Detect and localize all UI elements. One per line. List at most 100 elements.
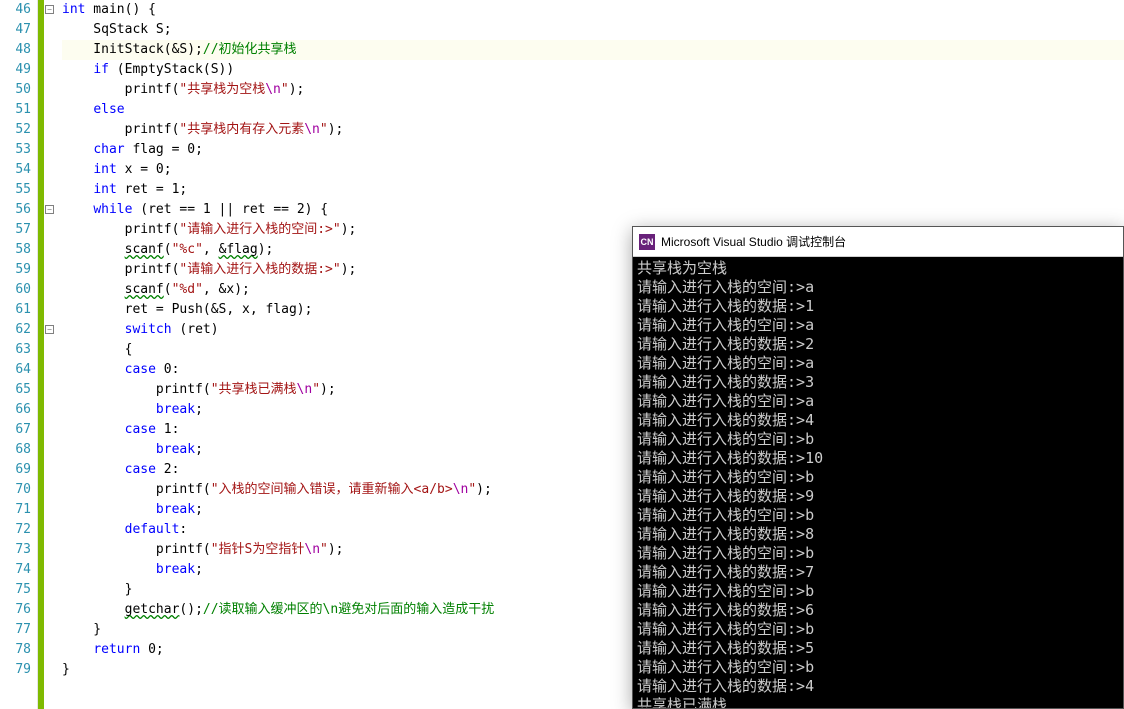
code-token: (EmptyStack(S)): [109, 62, 234, 77]
fold-column[interactable]: − − −: [44, 0, 58, 709]
code-line[interactable]: InitStack(&S);//初始化共享栈: [62, 40, 1124, 60]
code-token: [62, 202, 93, 217]
code-token: printf(: [62, 82, 179, 97]
code-token: }: [62, 582, 132, 597]
line-number: 76: [0, 600, 31, 620]
code-token: flag = 0;: [125, 142, 203, 157]
line-number: 58: [0, 240, 31, 260]
code-token: );: [289, 82, 305, 97]
code-token: case: [125, 362, 156, 377]
console-titlebar[interactable]: CN Microsoft Visual Studio 调试控制台: [633, 227, 1123, 257]
code-token: //读取输入缓冲区的\n避免对后面的输入造成干扰: [203, 602, 494, 617]
console-output[interactable]: 共享栈为空栈 请输入进行入栈的空间:>a 请输入进行入栈的数据:>1 请输入进行…: [633, 257, 1123, 708]
line-number: 46: [0, 0, 31, 20]
line-number: 57: [0, 220, 31, 240]
code-token: SqStack S;: [62, 22, 172, 37]
code-token: main() {: [85, 2, 155, 17]
code-token: printf(: [62, 382, 211, 397]
code-token: scanf: [125, 242, 164, 257]
code-line[interactable]: SqStack S;: [62, 20, 1124, 40]
code-token: "共享栈为空栈: [179, 82, 265, 97]
line-number: 71: [0, 500, 31, 520]
code-token: [62, 242, 125, 257]
code-token: break: [156, 562, 195, 577]
code-token: [62, 522, 125, 537]
code-line[interactable]: if (EmptyStack(S)): [62, 60, 1124, 80]
line-number: 61: [0, 300, 31, 320]
line-number: 60: [0, 280, 31, 300]
code-token: );: [258, 242, 274, 257]
code-token: );: [320, 382, 336, 397]
vs-icon: CN: [639, 234, 655, 250]
code-token: \n: [265, 82, 281, 97]
code-token: &flag: [219, 242, 258, 257]
line-number: 78: [0, 640, 31, 660]
code-line[interactable]: else: [62, 100, 1124, 120]
code-token: [62, 422, 125, 437]
code-token: 1:: [156, 422, 179, 437]
fold-toggle-icon[interactable]: −: [45, 325, 54, 334]
line-number: 66: [0, 400, 31, 420]
code-token: );: [341, 222, 357, 237]
line-number: 49: [0, 60, 31, 80]
line-number: 47: [0, 20, 31, 40]
code-token: 0:: [156, 362, 179, 377]
code-line[interactable]: printf("共享栈为空栈\n");: [62, 80, 1124, 100]
code-token: [62, 402, 156, 417]
debug-console-window[interactable]: CN Microsoft Visual Studio 调试控制台 共享栈为空栈 …: [632, 226, 1124, 709]
line-number: 72: [0, 520, 31, 540]
fold-toggle-icon[interactable]: −: [45, 205, 54, 214]
code-token: int: [62, 2, 85, 17]
code-token: [62, 362, 125, 377]
code-token: "入栈的空间输入错误，请重新输入<a/b>: [211, 482, 453, 497]
code-token: printf(: [62, 482, 211, 497]
code-token: ret = Push(&S, x, flag);: [62, 302, 312, 317]
code-line[interactable]: while (ret == 1 || ret == 2) {: [62, 200, 1124, 220]
code-token: printf(: [62, 122, 179, 137]
code-line[interactable]: int x = 0;: [62, 160, 1124, 180]
code-token: [62, 602, 125, 617]
code-line[interactable]: int main() {: [62, 0, 1124, 20]
code-token: int: [93, 182, 116, 197]
code-token: [62, 282, 125, 297]
code-token: );: [328, 122, 344, 137]
code-token: :: [179, 522, 187, 537]
code-token: }: [62, 622, 101, 637]
code-token: [62, 182, 93, 197]
code-token: "共享栈已满栈: [211, 382, 297, 397]
code-line[interactable]: int ret = 1;: [62, 180, 1124, 200]
code-token: else: [93, 102, 124, 117]
code-token: ": [281, 82, 289, 97]
code-line[interactable]: char flag = 0;: [62, 140, 1124, 160]
console-title-text: Microsoft Visual Studio 调试控制台: [661, 233, 846, 250]
fold-toggle-icon[interactable]: −: [45, 5, 54, 14]
code-token: ;: [195, 502, 203, 517]
code-token: {: [62, 342, 132, 357]
code-token: case: [125, 462, 156, 477]
code-token: \n: [453, 482, 469, 497]
line-number: 67: [0, 420, 31, 440]
line-number: 75: [0, 580, 31, 600]
code-token: default: [125, 522, 180, 537]
code-token: 0;: [140, 642, 163, 657]
line-number: 56: [0, 200, 31, 220]
code-token: //初始化共享栈: [203, 42, 297, 57]
line-number: 69: [0, 460, 31, 480]
line-number: 62: [0, 320, 31, 340]
line-number: 65: [0, 380, 31, 400]
code-token: InitStack(&S);: [62, 42, 203, 57]
code-token: "请输入进行入栈的数据:>": [179, 262, 340, 277]
code-token: "指针S为空指针: [211, 542, 305, 557]
code-token: "%c": [172, 242, 203, 257]
code-token: [62, 642, 93, 657]
code-token: ;: [195, 562, 203, 577]
code-token: [62, 442, 156, 457]
code-token: ret = 1;: [117, 182, 187, 197]
code-token: scanf: [125, 282, 164, 297]
line-number: 54: [0, 160, 31, 180]
code-token: break: [156, 402, 195, 417]
code-line[interactable]: printf("共享栈内有存入元素\n");: [62, 120, 1124, 140]
code-token: break: [156, 502, 195, 517]
line-number: 68: [0, 440, 31, 460]
code-token: );: [476, 482, 492, 497]
